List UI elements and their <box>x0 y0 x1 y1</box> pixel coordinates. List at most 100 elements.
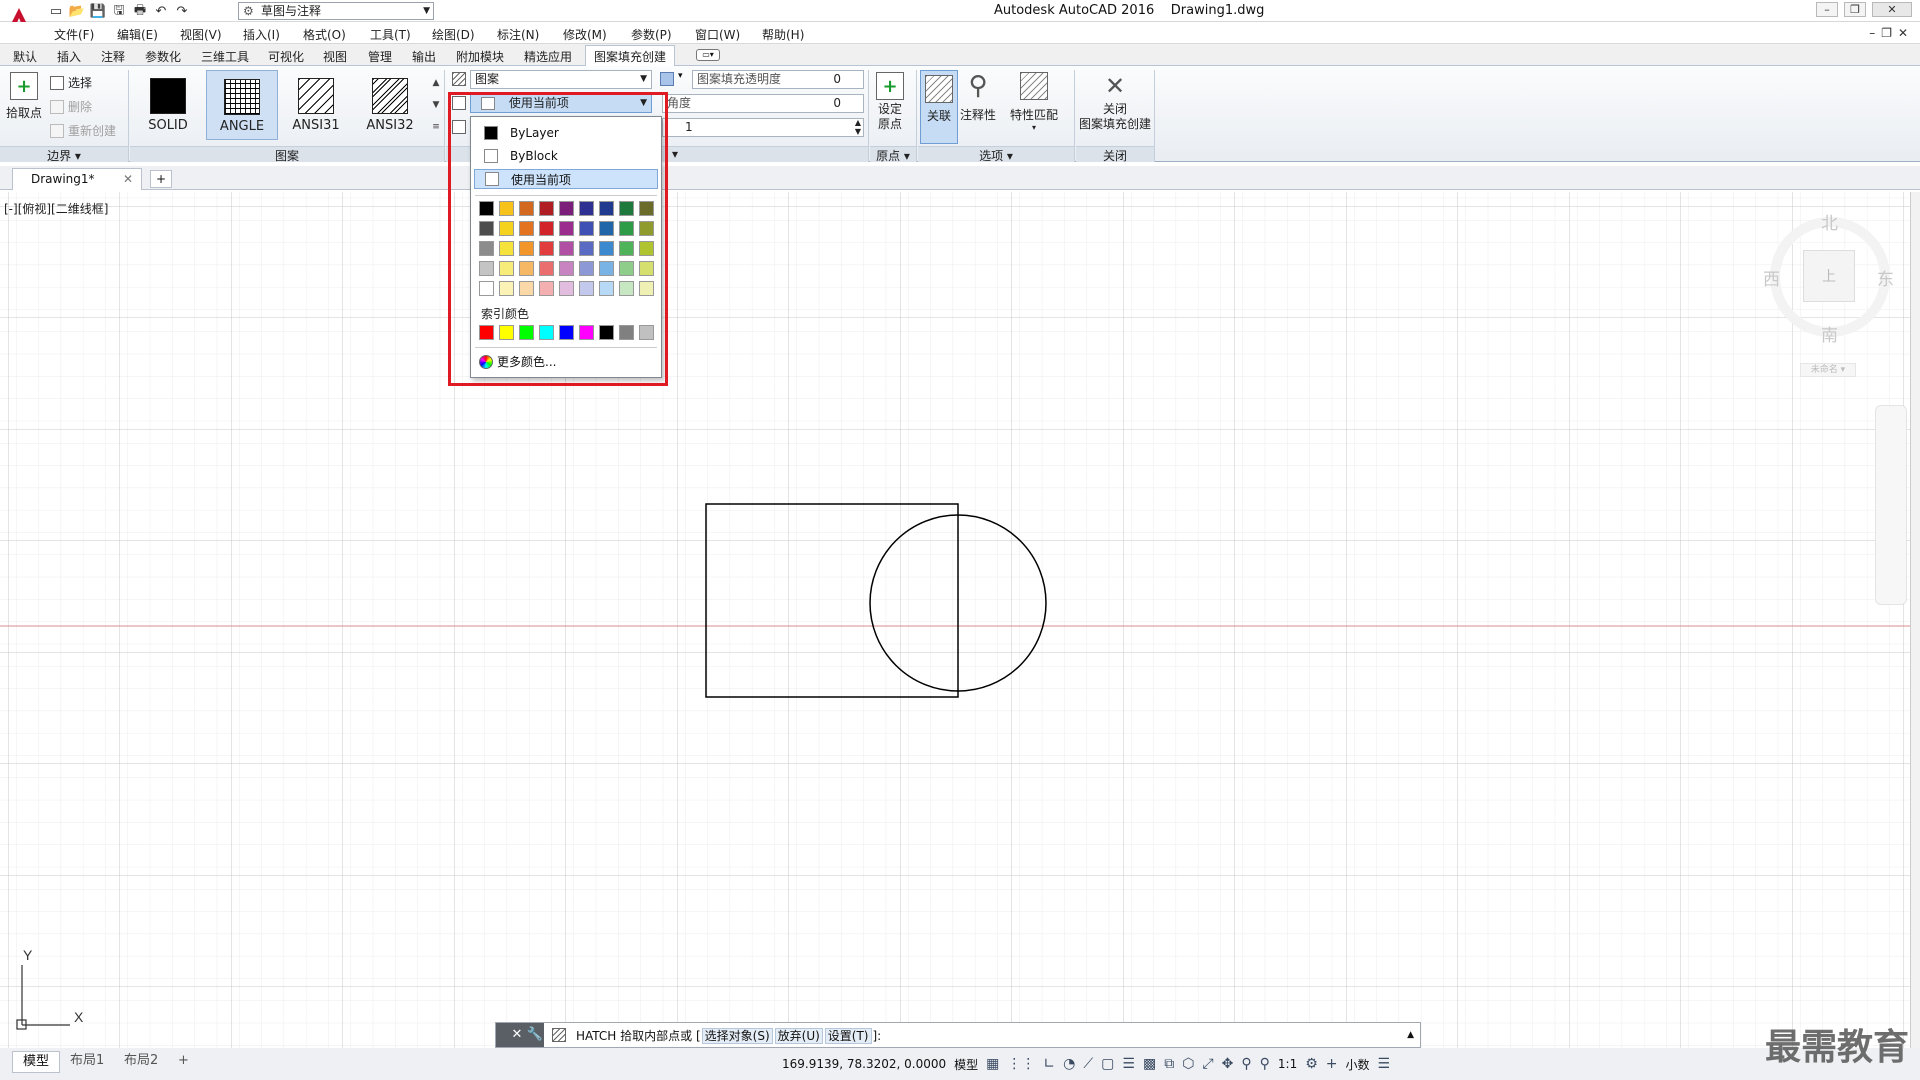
menu-insert[interactable]: 插入(I) <box>243 26 280 43</box>
pattern-swatch-solid[interactable]: SOLID <box>132 70 204 140</box>
boundary-panel-title[interactable]: 边界 ▾ <box>0 146 128 163</box>
menu-file[interactable]: 文件(F) <box>54 26 94 43</box>
ortho-icon[interactable]: ∟ <box>1043 1056 1055 1072</box>
viewport-controls-label[interactable]: [-][俯视][二维线框] <box>4 200 108 217</box>
customization-icon[interactable]: ☰ <box>1378 1056 1391 1072</box>
compass-west[interactable]: 西 <box>1763 265 1780 290</box>
set-origin-button[interactable]: + 设定 原点 <box>876 72 904 132</box>
workspace-gear-icon[interactable]: ⚙ <box>1305 1056 1318 1072</box>
tab-default[interactable]: 默认 <box>13 48 37 65</box>
pattern-gallery-scroll[interactable]: ▲ ▼ ≡ <box>430 72 442 142</box>
option-select-objects[interactable]: 选择对象(S) <box>701 1027 773 1044</box>
tab-3d-tools[interactable]: 三维工具 <box>201 48 249 65</box>
pick-points-button[interactable]: + 拾取点 <box>6 72 42 121</box>
tab-output[interactable]: 输出 <box>412 48 436 65</box>
pattern-swatch-ansi31[interactable]: ANSI31 <box>280 70 352 140</box>
restore-button[interactable]: ❐ <box>1844 2 1866 17</box>
tab-hatch-creation[interactable]: 图案填充创建 <box>585 45 676 66</box>
undo-icon[interactable]: ↶ <box>153 4 169 20</box>
drawing-canvas[interactable]: Y X [-][俯视][二维线框] <box>0 192 1910 1048</box>
close-hatch-creation-button[interactable]: ✕ 关闭 图案填充创建 <box>1078 72 1152 132</box>
pattern-swatch-angle[interactable]: ANGLE <box>206 70 278 140</box>
compass-south[interactable]: 南 <box>1821 321 1838 346</box>
add-layout-button[interactable]: + <box>168 1051 199 1073</box>
command-history-toggle[interactable]: ▲ <box>1407 1030 1414 1040</box>
ribbon-minimize-button[interactable]: ▭▾ <box>696 49 720 61</box>
menu-parametric[interactable]: 参数(P) <box>631 26 672 43</box>
viewcube-face-top[interactable]: 上 <box>1803 250 1855 302</box>
3d-osnap-icon[interactable]: ⬡ <box>1182 1056 1194 1072</box>
options-panel-title[interactable]: 选项 ▾ <box>918 146 1074 163</box>
new-tab-button[interactable]: + <box>150 170 172 188</box>
layout-tab-model[interactable]: 模型 <box>12 1051 61 1073</box>
selection-cycling-icon[interactable]: ⧉ <box>1164 1056 1174 1072</box>
document-window-controls[interactable]: –❐✕ <box>1869 26 1914 40</box>
workspace-dropdown[interactable]: ⚙ 草图与注释 ▼ <box>238 2 434 20</box>
transparency-toggle-icon[interactable]: ▩ <box>1143 1056 1156 1072</box>
tab-visualize[interactable]: 可视化 <box>268 48 304 65</box>
menu-help[interactable]: 帮助(H) <box>762 26 804 43</box>
save-as-icon[interactable]: 🖫 <box>111 3 127 20</box>
print-icon[interactable]: 🖶 <box>132 3 148 20</box>
annotation-visibility-icon[interactable]: ⚲ <box>1241 1056 1251 1072</box>
tab-annotate[interactable]: 注释 <box>101 48 125 65</box>
autoscale-icon[interactable]: ⚲ <box>1260 1056 1270 1072</box>
close-command-icon[interactable]: ✕ <box>508 1023 526 1047</box>
chevron-down-icon[interactable]: ▾ <box>678 71 683 81</box>
menu-view[interactable]: 视图(V) <box>180 26 222 43</box>
grid-icon[interactable]: ▦ <box>986 1056 999 1072</box>
close-button[interactable]: ✕ <box>1872 2 1912 17</box>
menu-format[interactable]: 格式(O) <box>303 26 346 43</box>
tab-manage[interactable]: 管理 <box>368 48 392 65</box>
annotation-scale[interactable]: 1:1 <box>1278 1057 1297 1071</box>
command-line-grip[interactable] <box>496 1023 508 1047</box>
option-undo[interactable]: 放弃(U) <box>774 1027 823 1044</box>
lineweight-icon[interactable]: ☰ <box>1122 1056 1135 1072</box>
option-settings[interactable]: 设置(T) <box>824 1027 872 1044</box>
annotative-button[interactable]: ⚲ 注释性 <box>960 72 996 123</box>
gizmo-icon[interactable]: ✥ <box>1222 1056 1234 1072</box>
polar-icon[interactable]: ◔ <box>1063 1056 1075 1072</box>
coordinate-readout[interactable]: 169.9139, 78.3202, 0.0000 <box>782 1057 946 1071</box>
close-tab-icon[interactable]: ✕ <box>123 169 133 189</box>
menu-edit[interactable]: 编辑(E) <box>117 26 158 43</box>
menu-draw[interactable]: 绘图(D) <box>432 26 475 43</box>
model-space-toggle[interactable]: 模型 <box>954 1056 978 1073</box>
minimize-button[interactable]: – <box>1816 2 1838 17</box>
select-boundary-button[interactable]: 选择 <box>50 74 92 91</box>
plus-icon[interactable]: + <box>1326 1056 1338 1072</box>
navigation-bar[interactable] <box>1875 405 1907 605</box>
isodraft-icon[interactable]: ⟋ <box>1083 1056 1093 1072</box>
origin-panel-title[interactable]: 原点 ▾ <box>870 146 916 163</box>
redo-icon[interactable]: ↷ <box>174 4 190 20</box>
menu-modify[interactable]: 修改(M) <box>563 26 607 43</box>
document-tab[interactable]: Drawing1* ✕ <box>12 168 142 190</box>
tab-parametric[interactable]: 参数化 <box>145 48 181 65</box>
new-file-icon[interactable]: ▭ <box>48 4 64 20</box>
compass-north[interactable]: 北 <box>1821 209 1838 234</box>
tab-insert[interactable]: 插入 <box>57 48 81 65</box>
recreate-boundary-button[interactable]: 重新创建 <box>50 122 116 139</box>
hatch-type-select[interactable]: 图案 ▼ <box>470 70 652 89</box>
menu-dimension[interactable]: 标注(N) <box>497 26 539 43</box>
tab-addins[interactable]: 附加模块 <box>456 48 504 65</box>
viewcube[interactable]: 北 南 东 西 上 未命名 ▾ <box>1745 195 1920 385</box>
object-snap-icon[interactable]: ▢ <box>1101 1056 1114 1072</box>
match-properties-button[interactable]: 特性匹配 ▾ <box>1010 72 1058 132</box>
customize-command-icon[interactable]: 🔧 <box>526 1023 544 1047</box>
command-line[interactable]: ✕ 🔧 HATCH 拾取内部点或 [选择对象(S) 放弃(U) 设置(T)]: ▲ <box>495 1022 1421 1048</box>
pattern-swatch-ansi32[interactable]: ANSI32 <box>354 70 426 140</box>
open-file-icon[interactable]: 📂 <box>69 4 85 20</box>
tab-view[interactable]: 视图 <box>323 48 347 65</box>
layout-tab-1[interactable]: 布局1 <box>60 1051 114 1073</box>
scale-field[interactable]: 1 ▲ ▼ <box>662 118 864 137</box>
snap-icon[interactable]: ⋮⋮ <box>1007 1056 1035 1072</box>
tab-featured-apps[interactable]: 精选应用 <box>524 48 572 65</box>
menu-window[interactable]: 窗口(W) <box>695 26 740 43</box>
remove-boundary-button[interactable]: 删除 <box>50 98 92 115</box>
save-icon[interactable]: 💾 <box>90 4 106 20</box>
layout-tab-2[interactable]: 布局2 <box>114 1051 168 1073</box>
dynamic-ucs-icon[interactable]: ⤢ <box>1202 1056 1213 1072</box>
associative-toggle[interactable]: 关联 <box>920 70 958 144</box>
compass-east[interactable]: 东 <box>1877 265 1894 290</box>
